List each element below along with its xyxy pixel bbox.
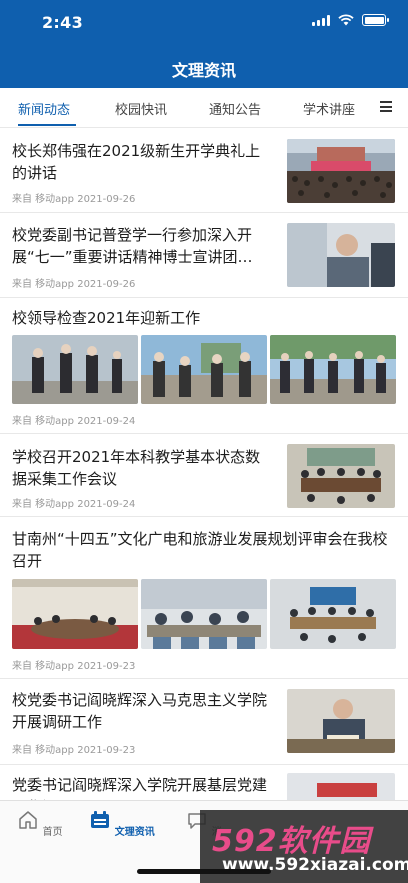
news-item[interactable]: 校党委书记阎晓辉深入马克思主义学院开展调研工作 来自 移动app 2021-09… [0, 679, 408, 765]
news-photo [270, 335, 396, 404]
nav-news-label: 文理资讯 [114, 827, 155, 838]
nav-home-label: 首页 [42, 827, 63, 838]
category-tabs: 新闻动态 校园快讯 通知公告 学术讲座 [0, 88, 408, 128]
news-title: 校领导检查2021年迎新工作 [12, 309, 201, 327]
tab-notices[interactable]: 通知公告 [209, 99, 261, 118]
news-meta: 来自 移动app 2021-09-23 [12, 657, 135, 672]
news-thumbnail [287, 773, 395, 800]
news-date: 2021-09-23 [77, 745, 136, 756]
news-meta: 来自 移动app 2021-09-24 [12, 495, 135, 510]
cellular-signal-icon [312, 14, 330, 26]
news-title: 学校召开2021年本科教学基本状态数据采集工作会议 [12, 448, 261, 488]
news-item[interactable]: 党委书记阎晓辉深入学院开展基层党建工作调研 [0, 765, 408, 800]
news-feed[interactable]: 校长郑伟强在2021级新生开学典礼上的讲话 来自 移动app 2021-09-2… [0, 129, 408, 800]
news-title: 校党委副书记普登学一行参加深入开展“七一”重要讲话精神博士宣讲团… [12, 226, 253, 266]
home-indicator [137, 869, 271, 874]
news-thumbnail [287, 689, 395, 753]
news-date: 2021-09-26 [77, 279, 136, 290]
news-date: 2021-09-26 [77, 194, 136, 205]
menu-icon[interactable] [380, 101, 392, 112]
news-source: 来自 移动app [12, 194, 75, 205]
news-thumbnail [287, 444, 395, 508]
tab-lectures[interactable]: 学术讲座 [303, 99, 355, 118]
news-photo [12, 335, 138, 404]
news-photo [141, 579, 267, 649]
news-date: 2021-09-23 [77, 661, 136, 672]
news-thumbnail [287, 223, 395, 287]
news-title: 党委书记阎晓辉深入学院开展基层党建工作调研 [12, 776, 268, 800]
news-item[interactable]: 甘南州“十四五”文化广电和旅游业发展规划评审会在我校召开 来自 移动app 20… [0, 517, 408, 679]
news-photo [141, 335, 267, 404]
nav-news[interactable]: 文理资讯 [82, 809, 162, 838]
news-meta: 来自 移动app 2021-09-24 [12, 412, 135, 427]
active-tab-indicator [18, 124, 76, 126]
news-thumbnail [287, 139, 395, 203]
news-title: 校党委书记阎晓辉深入马克思主义学院开展调研工作 [12, 691, 268, 731]
news-icon [91, 811, 110, 828]
news-meta: 来自 移动app 2021-09-26 [12, 275, 135, 290]
news-photo [270, 579, 396, 649]
wifi-icon [338, 14, 354, 26]
status-time: 2:43 [42, 13, 83, 32]
news-source: 来自 移动app [12, 416, 75, 427]
news-meta: 来自 移动app 2021-09-23 [12, 741, 135, 756]
top-app-bar: 2:43 文理资讯 [0, 0, 408, 88]
home-icon [19, 811, 38, 829]
news-title: 甘南州“十四五”文化广电和旅游业发展规划评审会在我校召开 [12, 530, 388, 570]
page-title: 文理资讯 [171, 61, 236, 80]
news-title: 校长郑伟强在2021级新生开学典礼上的讲话 [12, 142, 261, 182]
news-meta: 来自 移动app 2021-09-26 [12, 190, 135, 205]
news-source: 来自 移动app [12, 279, 75, 290]
tab-news[interactable]: 新闻动态 [18, 99, 70, 118]
news-item[interactable]: 学校召开2021年本科教学基本状态数据采集工作会议 来自 移动app 2021-… [0, 434, 408, 517]
nav-home[interactable]: 首页 [0, 809, 80, 838]
battery-icon [362, 14, 389, 26]
status-icons [312, 14, 389, 26]
news-item[interactable]: 校领导检查2021年迎新工作 来自 移动app 2021-09-24 [0, 298, 408, 434]
news-photo [12, 579, 138, 649]
news-item[interactable]: 校长郑伟强在2021级新生开学典礼上的讲话 来自 移动app 2021-09-2… [0, 129, 408, 213]
news-item[interactable]: 校党委副书记普登学一行参加深入开展“七一”重要讲话精神博士宣讲团… 来自 移动a… [0, 213, 408, 298]
news-date: 2021-09-24 [77, 416, 136, 427]
news-source: 来自 移动app [12, 499, 75, 510]
news-date: 2021-09-24 [77, 499, 136, 510]
tab-campus-express[interactable]: 校园快讯 [115, 99, 167, 118]
news-source: 来自 移动app [12, 745, 75, 756]
watermark-brand: 592软件园 [212, 824, 371, 859]
news-source: 来自 移动app [12, 661, 75, 672]
